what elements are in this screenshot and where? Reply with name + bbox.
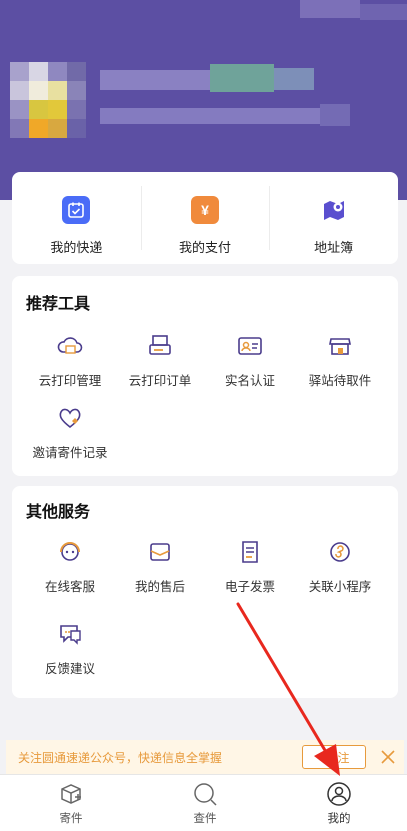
feedback-icon <box>56 620 84 648</box>
blurred-block <box>320 104 350 126</box>
user-icon <box>327 782 351 806</box>
service-label: 反馈建议 <box>44 662 95 676</box>
tool-label: 实名认证 <box>224 374 275 388</box>
follow-button[interactable]: +关注 <box>302 745 366 769</box>
tab-mine[interactable]: 我的 <box>304 781 374 826</box>
feedback-button[interactable]: 反馈建议 <box>22 620 118 677</box>
tab-send[interactable]: 寄件 <box>36 781 106 826</box>
address-book-button[interactable]: 地址簿 <box>269 172 398 264</box>
tab-track[interactable]: 查件 <box>170 781 240 826</box>
search-icon <box>194 783 217 806</box>
mini-program-button[interactable]: 关联小程序 <box>292 538 388 595</box>
tab-label: 寄件 <box>59 813 83 825</box>
cloud-print-manage-button[interactable]: 云打印管理 <box>22 332 118 389</box>
after-sales-icon <box>146 538 174 566</box>
invite-send-record-button[interactable]: 邀请寄件记录 <box>22 404 118 461</box>
close-icon[interactable] <box>376 744 400 770</box>
mini-program-icon <box>326 538 354 566</box>
calendar-check-icon <box>62 196 91 224</box>
profile-header <box>0 0 407 200</box>
wallet-yen-icon: ¥ <box>191 196 219 224</box>
tool-label: 云打印订单 <box>128 374 192 388</box>
section-title: 推荐工具 <box>26 296 91 313</box>
print-order-icon <box>146 332 174 360</box>
real-name-auth-button[interactable]: 实名认证 <box>202 332 298 389</box>
box-plus-icon <box>61 784 81 804</box>
blurred-subtitle <box>100 108 320 124</box>
blurred-block <box>274 68 314 90</box>
station-store-icon <box>326 332 354 360</box>
service-label: 在线客服 <box>44 580 95 594</box>
heart-invite-icon <box>56 404 84 432</box>
tab-label: 查件 <box>193 813 217 825</box>
online-service-button[interactable]: 在线客服 <box>22 538 118 595</box>
my-express-button[interactable]: 我的快递 <box>12 172 141 264</box>
e-invoice-icon <box>236 538 264 566</box>
tab-label: 我的 <box>327 813 351 825</box>
quick-action-label: 我的快递 <box>50 240 103 255</box>
service-label: 关联小程序 <box>308 580 372 594</box>
tool-label: 驿站待取件 <box>308 374 372 388</box>
follow-notice-bar: 关注圆通速递公众号，快递信息全掌握 +关注 <box>6 740 404 774</box>
service-label: 我的售后 <box>134 580 185 594</box>
quick-actions-card: 我的快递 ¥ 我的支付 地址簿 <box>12 172 398 264</box>
cloud-print-icon <box>56 332 84 360</box>
blurred-block <box>300 0 360 18</box>
other-services-card: 其他服务 在线客服 我的售后 电子发票 关联小程序 反馈建议 <box>12 486 398 698</box>
station-pickup-button[interactable]: 驿站待取件 <box>292 332 388 389</box>
avatar[interactable] <box>10 62 86 138</box>
map-pin-icon <box>320 196 348 224</box>
after-sales-button[interactable]: 我的售后 <box>112 538 208 595</box>
quick-action-label: 我的支付 <box>179 240 232 255</box>
e-invoice-button[interactable]: 电子发票 <box>202 538 298 595</box>
quick-action-label: 地址簿 <box>314 240 354 255</box>
blurred-badge <box>210 64 274 92</box>
tool-label: 云打印管理 <box>38 374 102 388</box>
recommended-tools-card: 推荐工具 云打印管理 云打印订单 实名认证 驿站待取件 邀请寄件记录 <box>12 276 398 476</box>
blurred-block <box>360 4 407 20</box>
cloud-print-order-button[interactable]: 云打印订单 <box>112 332 208 389</box>
blurred-name <box>100 70 210 90</box>
my-payment-button[interactable]: ¥ 我的支付 <box>140 172 270 264</box>
customer-service-icon <box>56 538 84 566</box>
notice-text: 关注圆通速递公众号，快递信息全掌握 <box>18 750 223 765</box>
bottom-tab-bar: 寄件 查件 我的 <box>0 774 407 831</box>
id-card-icon <box>236 332 264 360</box>
service-label: 电子发票 <box>224 580 275 594</box>
section-title: 其他服务 <box>26 504 91 521</box>
tool-label: 邀请寄件记录 <box>32 446 108 460</box>
